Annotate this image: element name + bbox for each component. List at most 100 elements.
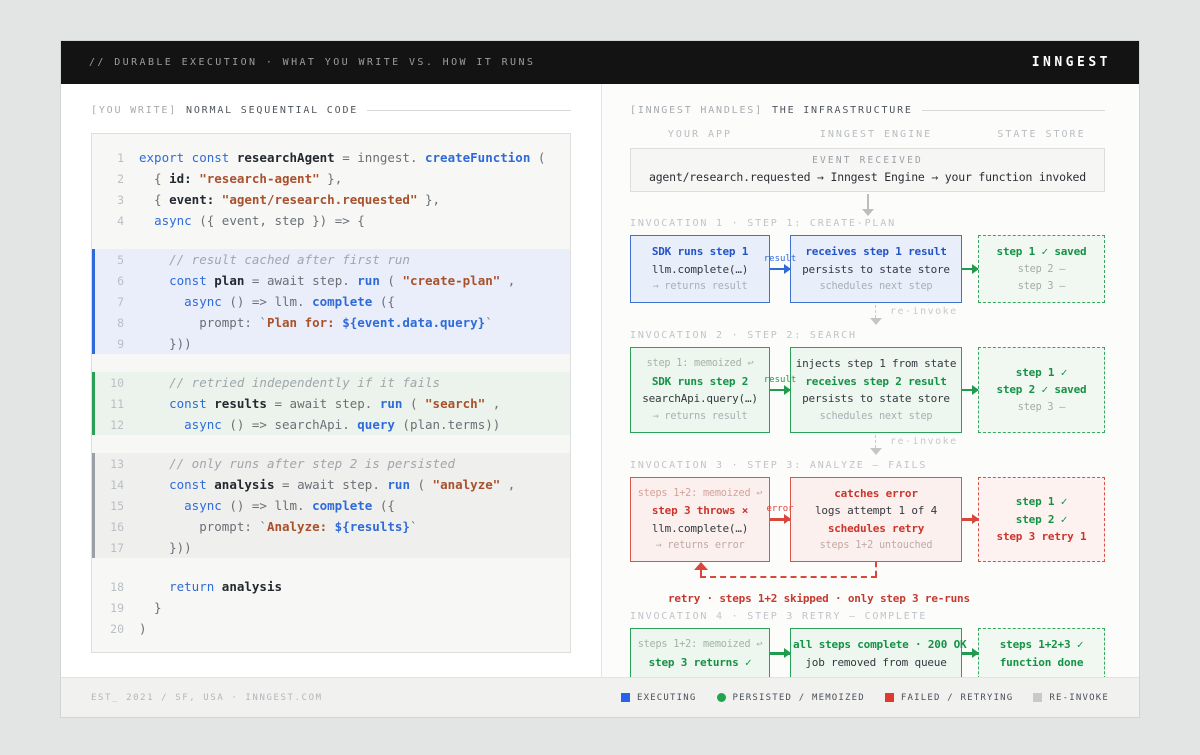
box-line: schedules next step [793,279,959,294]
box-line: steps 1+2 untouched [793,538,959,553]
line-number: 7 [92,295,124,309]
code-text: { id: "research-agent" }, [139,171,342,186]
code-token: }, [320,171,343,186]
code-token: run [357,273,380,288]
code-spacer [92,231,570,249]
box-line: step 1 ✓ [981,365,1102,380]
code-text: async ({ event, step }) => { [139,213,365,228]
code-token [139,375,169,390]
reinvoke-label: re-invoke [890,436,958,447]
line-number: 9 [92,337,124,351]
box-line: → returns result [633,409,767,424]
legend-item: EXECUTING [621,693,697,703]
invocation-1: INVOCATION 1 · STEP 1: CREATE-PLAN SDK ru… [630,218,1105,330]
invocation-row: step 1: memoized ↩SDK runs step 2searchA… [630,347,1105,433]
line-number: 3 [92,193,124,207]
code-line: 17 })) [92,537,570,558]
code-token: ( [380,273,403,288]
code-text: ) [139,621,147,636]
arrow-label: error [766,504,793,514]
code-text: export const researchAgent = inngest. cr… [139,150,545,165]
legend: EXECUTINGPERSISTED / MEMOIZEDFAILED / RE… [621,693,1109,703]
code-token [214,192,222,207]
code-line: 6 const plan = await step. run ( "create… [92,270,570,291]
code-token: async [184,498,222,513]
code-token [214,579,222,594]
code-token: analysis [222,579,282,594]
column-header-your-app: YOUR APP [630,129,770,140]
code-token: Plan for: [267,315,342,330]
code-token: = await step. [267,396,380,411]
code-token: , [500,477,515,492]
code-token: "search" [425,396,485,411]
code-editor: 1export const researchAgent = inngest. c… [91,133,571,653]
code-token: ({ [372,498,395,513]
box-line: step 3 returns ✓ [633,655,767,670]
code-token: export const [139,150,229,165]
line-number: 12 [92,418,124,432]
line-number: 17 [92,541,124,555]
legend-swatch [717,693,726,702]
event-box-title: EVENT RECEIVED [633,155,1102,166]
retry-line-down [875,562,877,576]
infrastructure-panel: [INNGEST HANDLES] THE INFRASTRUCTURE YOU… [602,84,1139,677]
box-line: step 2 ✓ saved [981,382,1102,397]
arrow-line [875,305,876,318]
code-token: plan [214,273,244,288]
line-number: 14 [92,478,124,492]
code-token: async [154,213,192,228]
legend-label: RE-INVOKE [1049,693,1109,703]
code-token: ( [410,477,433,492]
code-spacer [92,435,570,453]
legend-swatch [621,693,630,702]
invocation-label: INVOCATION 4 · STEP 3 RETRY — COMPLETE [630,611,1105,622]
code-token: event: [169,192,214,207]
box-line: searchApi.query(…) [633,391,767,406]
retry-line-up [700,569,702,576]
legend-item: PERSISTED / MEMOIZED [717,693,865,703]
invocation-label: INVOCATION 1 · STEP 1: CREATE-PLAN [630,218,1105,229]
retry-arrow-head [694,562,708,570]
code-token: // result cached after first run [169,252,410,267]
arrow-line [867,194,869,209]
box-line: step 3 throws × [633,503,767,518]
line-number: 11 [92,397,124,411]
code-token: complete [312,498,372,513]
line-number: 8 [92,316,124,330]
line-number: 20 [92,622,124,636]
code-token: ( [530,150,545,165]
code-token: Analyze: [267,519,335,534]
code-line: 20) [92,618,570,639]
reinvoke-label: re-invoke [890,306,958,317]
code-token: ` [485,315,493,330]
code-text: // only runs after step 2 is persisted [139,456,455,471]
engine-box: catches errorlogs attempt 1 of 4schedule… [790,477,962,563]
code-token: ) [139,621,147,636]
code-token [139,456,169,471]
content-area: [YOU WRITE] NORMAL SEQUENTIAL CODE 1expo… [61,84,1139,677]
code-token: , [500,273,515,288]
divider-line [367,110,571,111]
box-line: persists to state store [793,391,959,406]
code-line: 7 async () => llm. complete ({ [92,291,570,312]
code-token: // retried independently if it fails [169,375,440,390]
code-line: 19 } [92,597,570,618]
box-line: SDK runs step 1 [633,244,767,259]
app-box: steps 1+2: memoized ↩step 3 throws ×llm.… [630,477,770,563]
invocation-row: SDK runs step 1llm.complete(…)→ returns … [630,235,1105,303]
state-store-box: step 1 ✓ savedstep 2 –step 3 – [978,235,1105,303]
left-section-label: [YOU WRITE] NORMAL SEQUENTIAL CODE [91,104,571,117]
box-line: step 2 ✓ [981,512,1102,527]
left-panel-title: NORMAL SEQUENTIAL CODE [186,105,358,116]
state-store-box: steps 1+2+3 ✓function done [978,628,1105,679]
arrow-head [870,448,882,455]
line-number: 19 [92,601,124,615]
invocation-flow: INVOCATION 1 · STEP 1: CREATE-PLAN SDK ru… [630,218,1105,679]
code-text: // retried independently if it fails [139,375,440,390]
line-number: 2 [92,172,124,186]
app-to-engine-arrow: result [770,389,790,392]
code-token: () => llm. [222,294,312,309]
right-panel-tag: [INNGEST HANDLES] [630,105,763,116]
legend-item: RE-INVOKE [1033,693,1109,703]
arrow-label: result [764,375,797,385]
